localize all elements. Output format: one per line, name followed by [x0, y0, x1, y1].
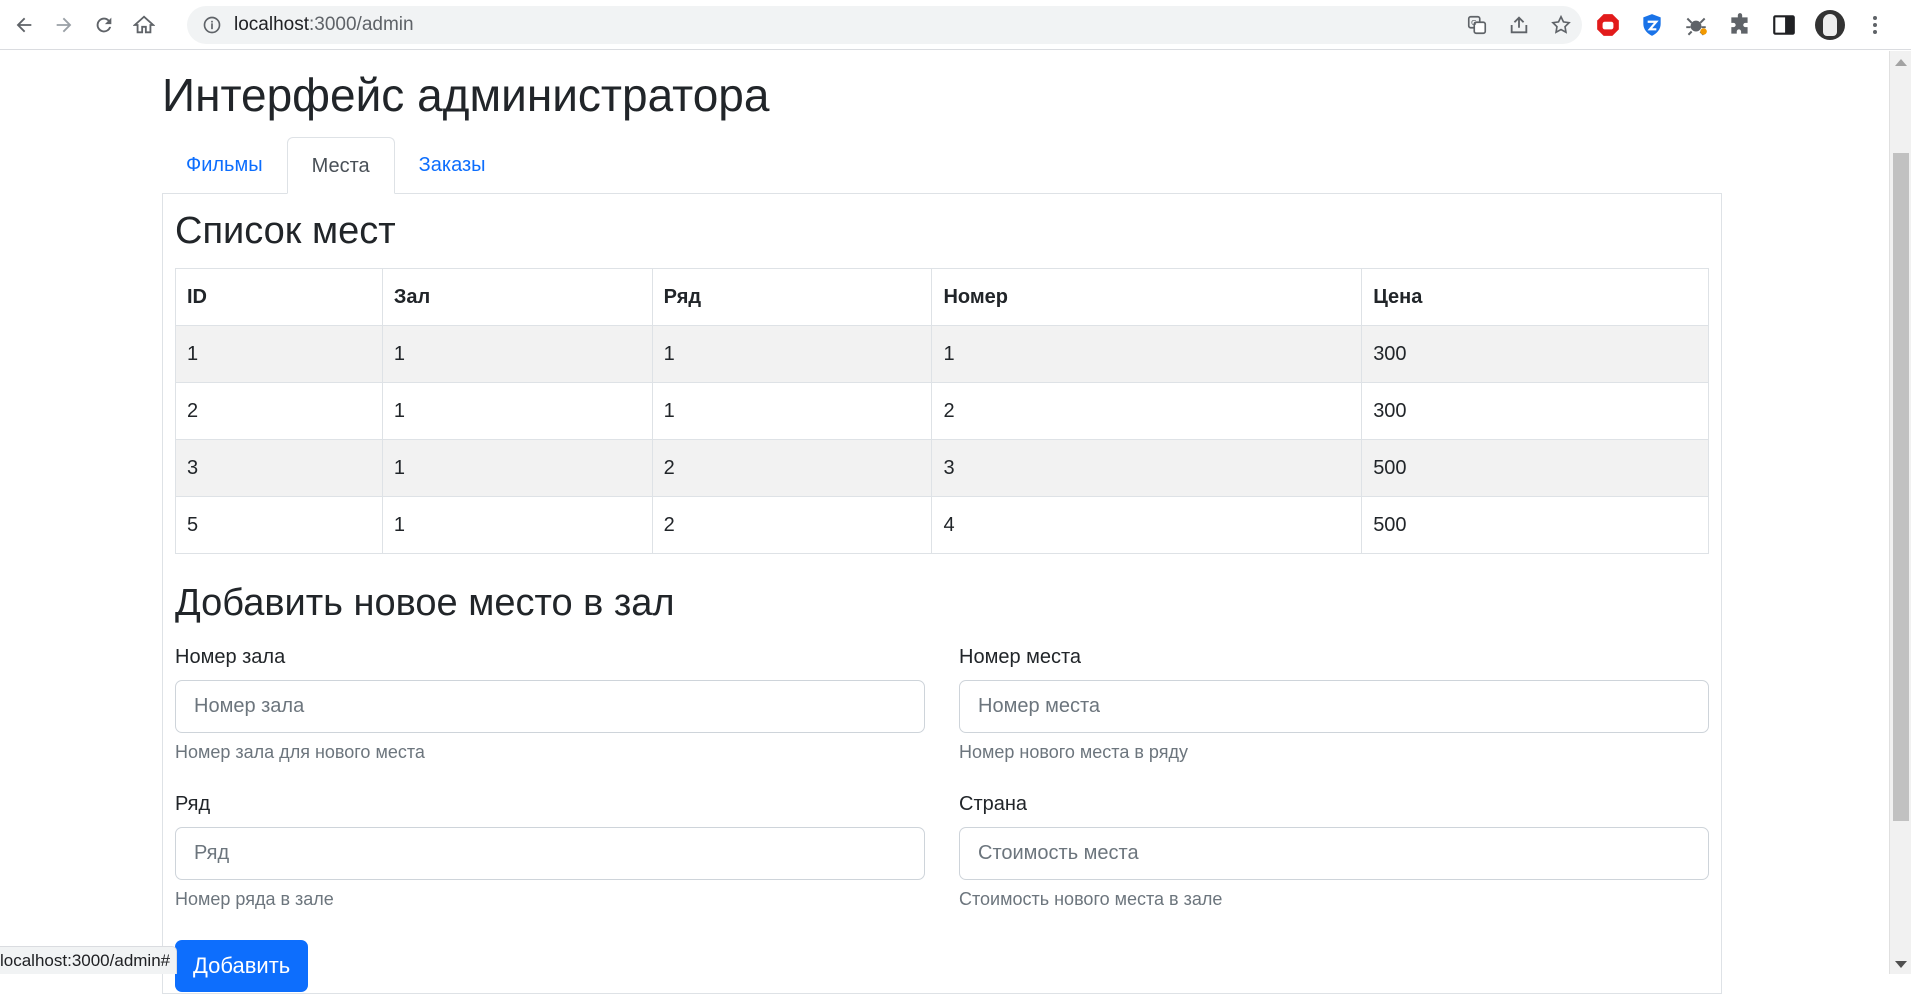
cell-id: 5	[176, 497, 383, 554]
back-button[interactable]	[8, 9, 40, 41]
url-text: localhost:3000/admin	[234, 14, 414, 36]
page-scrollbar[interactable]	[1889, 51, 1911, 974]
svg-text:G: G	[1471, 18, 1477, 27]
cell-row: 1	[652, 383, 932, 440]
hall-label: Номер зала	[175, 640, 925, 680]
scrollbar-thumb[interactable]	[1893, 153, 1909, 821]
tab-films[interactable]: Фильмы	[162, 137, 287, 193]
column-header-row: Ряд	[652, 269, 932, 326]
cell-number: 4	[932, 497, 1362, 554]
seats-panel: Список мест ID Зал Ряд Номер Цена	[162, 194, 1722, 994]
scroll-up-icon[interactable]	[1895, 59, 1907, 66]
home-button[interactable]	[128, 9, 160, 41]
arrow-left-icon	[13, 14, 35, 36]
seat-label: Номер места	[959, 640, 1709, 680]
adblock-icon[interactable]	[1595, 12, 1621, 38]
extensions-puzzle-icon[interactable]	[1727, 12, 1753, 38]
cell-row: 2	[652, 440, 932, 497]
tab-seats[interactable]: Места	[287, 137, 395, 194]
column-header-number: Номер	[932, 269, 1362, 326]
table-header-row: ID Зал Ряд Номер Цена	[176, 269, 1709, 326]
bug-extension-icon[interactable]	[1683, 12, 1709, 38]
cell-hall: 1	[382, 383, 652, 440]
browser-menu-icon[interactable]	[1863, 13, 1887, 37]
column-header-id: ID	[176, 269, 383, 326]
cell-id: 2	[176, 383, 383, 440]
cell-hall: 1	[382, 497, 652, 554]
price-label: Страна	[959, 787, 1709, 827]
add-seat-form: Номер зала Номер зала для нового места Н…	[175, 640, 1709, 934]
admin-page: Интерфейс администратора Фильмы Места За…	[162, 51, 1722, 994]
tab-orders[interactable]: Заказы	[395, 137, 510, 193]
url-host: localhost	[234, 14, 309, 35]
table-row: 5 1 2 4 500	[176, 497, 1709, 554]
cell-row: 2	[652, 497, 932, 554]
link-status-bar: localhost:3000/admin#	[0, 946, 177, 974]
cell-number: 1	[932, 326, 1362, 383]
table-row: 1 1 1 1 300	[176, 326, 1709, 383]
url-path: :3000/admin	[309, 14, 414, 35]
row-label: Ряд	[175, 787, 925, 827]
cell-id: 1	[176, 326, 383, 383]
seats-table: ID Зал Ряд Номер Цена 1 1 1 1 300 2 1	[175, 268, 1709, 554]
info-icon[interactable]	[202, 15, 222, 35]
reload-button[interactable]	[88, 9, 120, 41]
cell-row: 1	[652, 326, 932, 383]
forward-button[interactable]	[48, 9, 80, 41]
browser-toolbar: localhost:3000/admin G	[0, 0, 1911, 50]
table-row: 3 1 2 3 500	[176, 440, 1709, 497]
row-input[interactable]	[175, 827, 925, 880]
table-row: 2 1 1 2 300	[176, 383, 1709, 440]
side-panel-icon[interactable]	[1771, 12, 1797, 38]
translate-icon[interactable]: G	[1466, 14, 1488, 36]
admin-tabs: Фильмы Места Заказы	[162, 137, 1722, 194]
add-seat-heading: Добавить новое место в зал	[175, 578, 1709, 628]
seat-help-text: Номер нового места в ряду	[959, 733, 1709, 787]
cell-hall: 1	[382, 440, 652, 497]
cell-price: 500	[1362, 497, 1709, 554]
column-header-hall: Зал	[382, 269, 652, 326]
cell-price: 300	[1362, 326, 1709, 383]
profile-avatar[interactable]	[1815, 10, 1845, 40]
bookmark-star-icon[interactable]	[1550, 14, 1572, 36]
column-header-price: Цена	[1362, 269, 1709, 326]
row-field-group: Ряд Номер ряда в зале	[175, 787, 925, 934]
hall-field-group: Номер зала Номер зала для нового места	[175, 640, 925, 787]
price-input[interactable]	[959, 827, 1709, 880]
cell-price: 500	[1362, 440, 1709, 497]
add-seat-button[interactable]: Добавить	[175, 940, 308, 992]
home-icon	[133, 14, 155, 36]
price-field-group: Страна Стоимость нового места в зале	[959, 787, 1709, 934]
shield-icon[interactable]	[1639, 12, 1665, 38]
hall-help-text: Номер зала для нового места	[175, 733, 925, 787]
row-help-text: Номер ряда в зале	[175, 880, 925, 934]
price-help-text: Стоимость нового места в зале	[959, 880, 1709, 934]
page-title: Интерфейс администратора	[162, 65, 1722, 125]
cell-price: 300	[1362, 383, 1709, 440]
reload-icon	[93, 14, 115, 36]
cell-number: 2	[932, 383, 1362, 440]
seats-list-heading: Список мест	[175, 206, 1709, 256]
arrow-right-icon	[53, 14, 75, 36]
scroll-down-icon[interactable]	[1895, 961, 1907, 968]
hall-number-input[interactable]	[175, 680, 925, 733]
cell-hall: 1	[382, 326, 652, 383]
seat-field-group: Номер места Номер нового места в ряду	[959, 640, 1709, 787]
share-icon[interactable]	[1508, 14, 1530, 36]
cell-number: 3	[932, 440, 1362, 497]
cell-id: 3	[176, 440, 383, 497]
seat-number-input[interactable]	[959, 680, 1709, 733]
address-bar[interactable]: localhost:3000/admin G	[187, 6, 1582, 44]
